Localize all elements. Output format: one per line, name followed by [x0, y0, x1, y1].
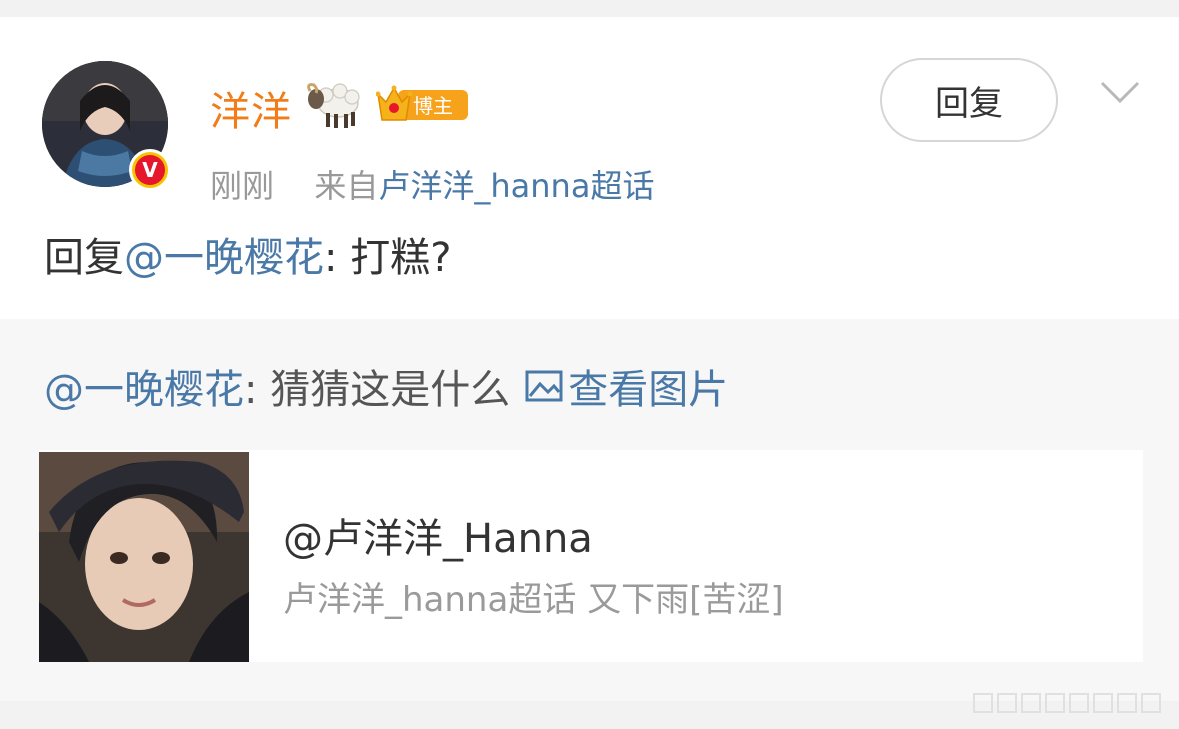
watermark [972, 690, 1172, 716]
post-header: V 洋洋 博主 刚刚 来自卢洋洋_hanna超话 回复 回复@一晚樱花: 打糕? [0, 17, 1179, 317]
reply-content: 回复@一晚樱花: 打糕? [44, 225, 451, 283]
source-topic-link[interactable]: 卢洋洋_hanna超话 [378, 167, 654, 205]
weibo-comment-page: V 洋洋 博主 刚刚 来自卢洋洋_hanna超话 回复 回复@一晚樱花: 打糕?… [0, 0, 1179, 729]
quoted-text: : 猜猜这是什么 [244, 367, 511, 413]
quoted-line: @一晚樱花: 猜猜这是什么 查看图片 [44, 357, 728, 415]
reply-prefix: 回复 [44, 235, 124, 281]
shared-post-subtitle: 卢洋洋_hanna超话 又下雨[苦涩] [283, 580, 784, 620]
quoted-comment: @一晚樱花: 猜猜这是什么 查看图片 @卢洋洋_Hanna 卢洋洋_hanna超… [0, 319, 1179, 701]
view-image-label: 查看图片 [568, 367, 729, 413]
verified-v-icon: V [129, 149, 171, 191]
blogger-badge: 博主 [375, 80, 470, 136]
chevron-down-icon[interactable] [1098, 77, 1142, 107]
badge-label: 博主 [413, 94, 453, 118]
shared-post-thumbnail [39, 452, 249, 662]
shared-post-title: @卢洋洋_Hanna [283, 516, 593, 562]
shared-post-card[interactable]: @卢洋洋_Hanna 卢洋洋_hanna超话 又下雨[苦涩] [39, 450, 1143, 662]
quoted-mention-link[interactable]: @一晚樱花 [44, 357, 244, 415]
reply-button[interactable]: 回复 [880, 58, 1058, 142]
post-time: 刚刚 [210, 167, 275, 205]
picture-icon [525, 370, 563, 402]
reply-mention-link[interactable]: @一晚樱花 [124, 235, 324, 281]
sheep-emoji-icon [304, 77, 362, 133]
reply-body: : 打糕? [324, 235, 452, 281]
username[interactable]: 洋洋 [210, 79, 292, 137]
view-image-link[interactable]: 查看图片 [524, 357, 728, 415]
source-prefix: 来自 [314, 167, 379, 205]
post-card: V 洋洋 博主 刚刚 来自卢洋洋_hanna超话 回复 回复@一晚樱花: 打糕?… [0, 17, 1179, 701]
post-meta: 刚刚 来自卢洋洋_hanna超话 [210, 161, 654, 207]
